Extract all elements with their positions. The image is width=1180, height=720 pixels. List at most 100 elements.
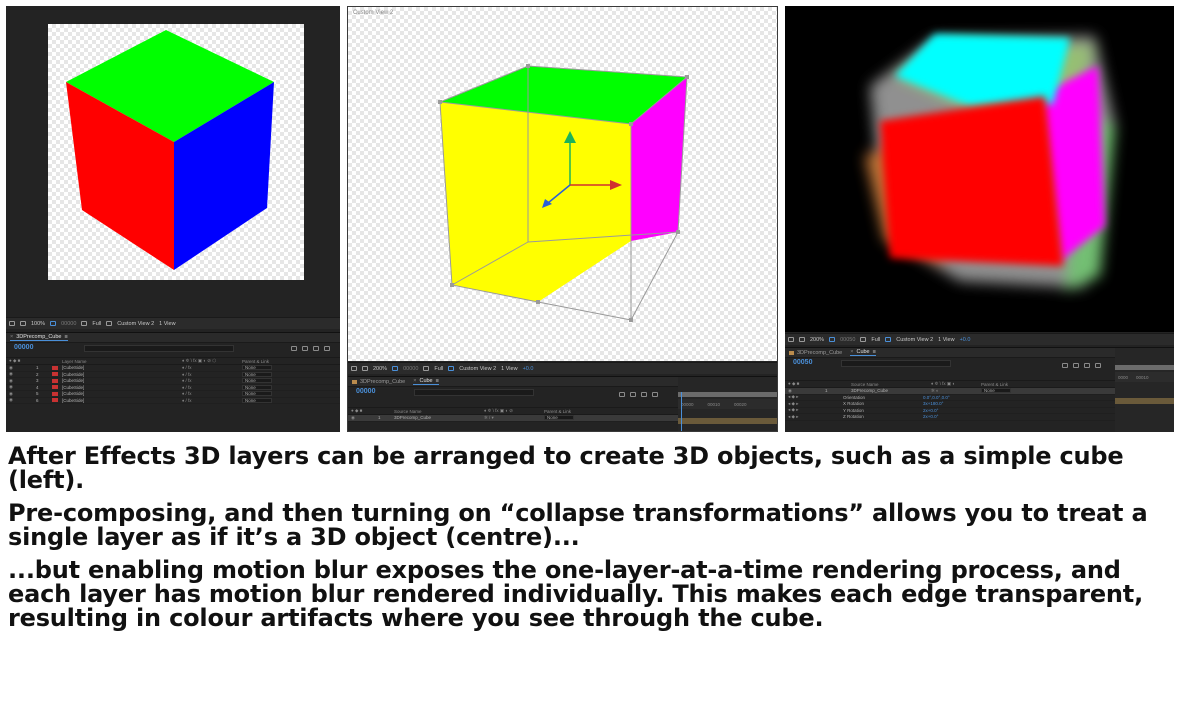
- label-color[interactable]: [52, 385, 58, 390]
- snapshot-icon[interactable]: [788, 337, 794, 342]
- layer-name[interactable]: [CubeSide]: [62, 378, 182, 383]
- playhead[interactable]: [681, 392, 682, 431]
- search-input[interactable]: [841, 360, 951, 367]
- camera-icon[interactable]: [860, 337, 867, 342]
- parent-select[interactable]: None: [544, 415, 594, 421]
- resolution-dropdown[interactable]: Full: [871, 337, 880, 343]
- draft-3d-icon[interactable]: [1062, 363, 1068, 368]
- fit-icon[interactable]: [392, 366, 399, 371]
- current-time[interactable]: 00000: [403, 366, 418, 372]
- eye-icon[interactable]: ◉: [6, 391, 36, 397]
- source-name-header[interactable]: Source Name: [394, 409, 484, 414]
- snapshot-icon[interactable]: [351, 366, 357, 371]
- label-color[interactable]: [52, 365, 58, 370]
- label-color[interactable]: [52, 372, 58, 377]
- time-ruler[interactable]: 0000 00010: [1115, 372, 1174, 382]
- property-value[interactable]: 2x+0.0°: [923, 408, 993, 413]
- source-name-header[interactable]: Source Name: [851, 382, 931, 387]
- parent-select[interactable]: None: [242, 371, 292, 377]
- keyframe-nav[interactable]: ◂ ◆ ▸: [785, 414, 843, 420]
- keyframe-nav[interactable]: ◂ ◆ ▸: [785, 407, 843, 413]
- timecode[interactable]: 00000: [14, 344, 33, 351]
- layer-name[interactable]: [CubeSide]: [62, 385, 182, 390]
- layer-switches[interactable]: ♦ / fx: [182, 378, 242, 383]
- tab-cube[interactable]: × Cube ≡: [413, 378, 439, 385]
- property-row-z-rotation[interactable]: ◂ ◆ ▸ Z Rotation 2x+0.0°: [785, 414, 1115, 421]
- parent-select[interactable]: None: [242, 391, 292, 397]
- composition-viewer[interactable]: [6, 6, 340, 315]
- search-input[interactable]: [414, 389, 534, 396]
- frame-blend-icon[interactable]: [641, 392, 647, 397]
- layer-name[interactable]: [CubeSide]: [62, 372, 182, 377]
- shy-icon[interactable]: [302, 346, 308, 351]
- layer-duration-bar[interactable]: [678, 418, 777, 424]
- layer-name[interactable]: 3DPrecomp_Cube: [851, 388, 931, 393]
- close-icon[interactable]: ×: [10, 334, 13, 340]
- layer-switches[interactable]: ♦ / fx: [182, 372, 242, 377]
- layer-name-header[interactable]: Layer Name: [62, 359, 182, 364]
- parent-select[interactable]: None: [242, 378, 292, 384]
- eye-icon[interactable]: ◉: [6, 384, 36, 390]
- shy-icon[interactable]: [630, 392, 636, 397]
- channel-icon[interactable]: [799, 337, 805, 342]
- tab-3dprecomp-cube[interactable]: 3DPrecomp_Cube: [352, 379, 405, 385]
- layer-switches[interactable]: ♦ / fx: [182, 365, 242, 370]
- draft-3d-icon[interactable]: [619, 392, 625, 397]
- zoom-dropdown[interactable]: 100%: [31, 321, 45, 327]
- time-ruler[interactable]: 00000 00010 00020: [678, 399, 777, 409]
- timecode[interactable]: 00000: [356, 388, 375, 395]
- region-icon[interactable]: [106, 321, 113, 326]
- property-value[interactable]: 0.0°,0.0°,0.0°: [923, 395, 993, 400]
- parent-select[interactable]: None: [242, 384, 292, 390]
- property-value[interactable]: 2x+0.0°: [923, 414, 993, 419]
- layer-switches[interactable]: ♦ / fx: [182, 398, 242, 403]
- tab-cube[interactable]: × Cube ≡: [850, 349, 876, 356]
- layer-row[interactable]: ◉ 6 [CubeSide] ♦ / fx None: [6, 397, 340, 404]
- work-area-bar[interactable]: [1115, 365, 1174, 370]
- parent-select[interactable]: None: [242, 397, 292, 403]
- motion-blur-icon[interactable]: [324, 346, 330, 351]
- layer-name[interactable]: 3DPrecomp_Cube: [394, 415, 484, 420]
- tab-3dprecomp-cube[interactable]: 3DPrecomp_Cube: [789, 350, 842, 356]
- tab-3dprecomp-cube[interactable]: × 3DPrecomp_Cube ≡: [10, 334, 68, 341]
- keyframe-nav[interactable]: ◂ ◆ ▸: [785, 394, 843, 400]
- menu-icon[interactable]: ≡: [64, 334, 67, 340]
- search-input[interactable]: [84, 345, 234, 352]
- motion-blur-icon[interactable]: [652, 392, 658, 397]
- view-dropdown[interactable]: Custom View 2: [896, 337, 933, 343]
- layer-name[interactable]: [CubeSide]: [62, 365, 182, 370]
- frame-blend-icon[interactable]: [1084, 363, 1090, 368]
- current-time[interactable]: 00050: [840, 337, 855, 343]
- close-icon[interactable]: ×: [850, 349, 853, 355]
- timecode[interactable]: 00050: [793, 359, 812, 366]
- motion-blur-icon[interactable]: [1095, 363, 1101, 368]
- keyframe-nav[interactable]: ◂ ◆ ▸: [785, 401, 843, 407]
- view-dropdown[interactable]: Custom View 2: [459, 366, 496, 372]
- views-count-dropdown[interactable]: 1 View: [159, 321, 175, 327]
- layer-name[interactable]: [CubeSide]: [62, 391, 182, 396]
- fit-icon[interactable]: [50, 321, 57, 326]
- composition-viewer[interactable]: Custom View 2: [348, 7, 777, 361]
- resolution-dropdown[interactable]: Full: [434, 366, 443, 372]
- views-count-dropdown[interactable]: 1 View: [938, 337, 954, 343]
- collapse-transformations-switch[interactable]: ✲ / ▾: [484, 415, 544, 421]
- parent-select[interactable]: None: [242, 365, 292, 371]
- layer-duration-bar[interactable]: [1115, 398, 1174, 404]
- label-color[interactable]: [52, 391, 58, 396]
- eye-icon[interactable]: ◉: [6, 378, 36, 384]
- snapshot-icon[interactable]: [9, 321, 15, 326]
- menu-icon[interactable]: ≡: [436, 378, 439, 384]
- view-dropdown[interactable]: Custom View 2: [117, 321, 154, 327]
- motion-blur-switch[interactable]: ✲ ◐: [931, 388, 981, 394]
- work-area-bar[interactable]: [678, 392, 777, 397]
- region-icon[interactable]: [448, 366, 455, 371]
- region-icon[interactable]: [885, 337, 892, 342]
- zoom-dropdown[interactable]: 200%: [373, 366, 387, 372]
- layer-name[interactable]: [CubeSide]: [62, 398, 182, 403]
- current-time[interactable]: 00000: [61, 321, 76, 327]
- parent-select[interactable]: None: [981, 388, 1031, 394]
- resolution-dropdown[interactable]: Full: [92, 321, 101, 327]
- fit-icon[interactable]: [829, 337, 836, 342]
- composition-viewer[interactable]: [785, 6, 1174, 332]
- menu-icon[interactable]: ≡: [873, 349, 876, 355]
